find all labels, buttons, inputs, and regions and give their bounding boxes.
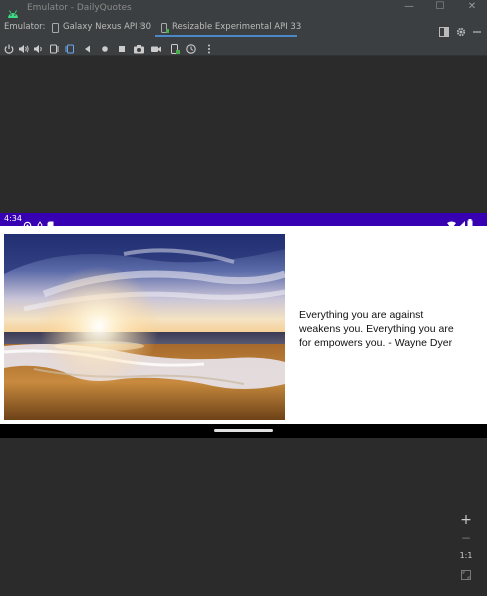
zoom-out-button[interactable]: − [456,529,476,547]
zoom-in-button[interactable]: + [456,511,476,529]
overview-icon[interactable] [116,40,128,52]
status-bar: 4:34 [0,213,487,231]
tab-resizable-experimental[interactable]: Resizable Experimental API 33 × [155,18,301,37]
rotate-right-icon[interactable] [64,40,76,54]
close-window-button[interactable]: ✕ [465,1,479,12]
home-handle[interactable] [214,429,273,432]
title-bar: Emulator - DailyQuotes — ☐ ✕ [0,0,487,18]
tab-bar: Emulator: Galaxy Nexus API 30 × Resizabl… [0,18,487,37]
maximize-button[interactable]: ☐ [433,1,447,12]
close-tab-icon[interactable]: × [279,21,287,31]
screenshot-icon[interactable] [133,40,145,54]
zoom-fit-icon[interactable] [456,565,476,583]
emulator-label: Emulator: [4,22,46,32]
phone-icon [52,23,59,36]
beach-sunset-image [4,234,285,420]
snapshot-icon[interactable] [185,40,197,54]
volume-up-icon[interactable] [18,40,30,53]
fold-icon[interactable] [169,40,181,54]
window-title: Emulator - DailyQuotes [27,3,132,13]
back-icon[interactable] [82,40,94,53]
phone-icon [161,23,169,36]
emulator-toolbar [0,37,487,56]
screen-record-icon[interactable] [150,40,162,52]
power-icon[interactable] [3,40,15,54]
app-screen: Everything you are against weakens you. … [0,226,487,424]
volume-down-icon[interactable] [33,40,45,53]
rotate-left-icon[interactable] [48,40,60,54]
gesture-navigation-bar [0,424,487,438]
more-icon[interactable] [203,40,215,54]
home-icon[interactable] [99,40,111,52]
zoom-actual-size-button[interactable]: 1:1 [456,547,476,565]
device-frame: 4:34 Everything you are against weakens … [0,213,487,438]
quote-text: Everything you are against weakens you. … [299,309,454,349]
status-time: 4:34 [4,214,22,223]
close-tab-icon[interactable]: × [138,21,146,31]
minimize-button[interactable]: — [402,1,416,12]
tab-galaxy-nexus[interactable]: Galaxy Nexus API 30 × [52,18,151,37]
